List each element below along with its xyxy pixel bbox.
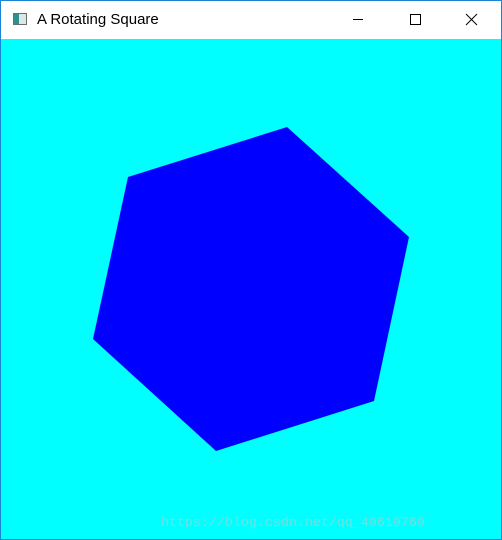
window-title: A Rotating Square <box>37 11 159 28</box>
app-window: A Rotating Square https://blog.csdn.net/… <box>0 0 502 540</box>
rotating-hexagon <box>93 127 409 451</box>
scene-svg <box>93 127 409 451</box>
render-canvas[interactable]: https://blog.csdn.net/qq_40610760 <box>1 39 501 539</box>
maximize-icon <box>410 14 421 25</box>
close-button[interactable] <box>447 1 493 39</box>
close-icon <box>465 13 478 26</box>
app-icon[interactable] <box>13 13 27 25</box>
maximize-button[interactable] <box>393 1 439 39</box>
title-bar[interactable]: A Rotating Square <box>1 1 501 39</box>
minimize-button[interactable] <box>341 1 387 39</box>
watermark: https://blog.csdn.net/qq_40610760 <box>161 515 426 530</box>
